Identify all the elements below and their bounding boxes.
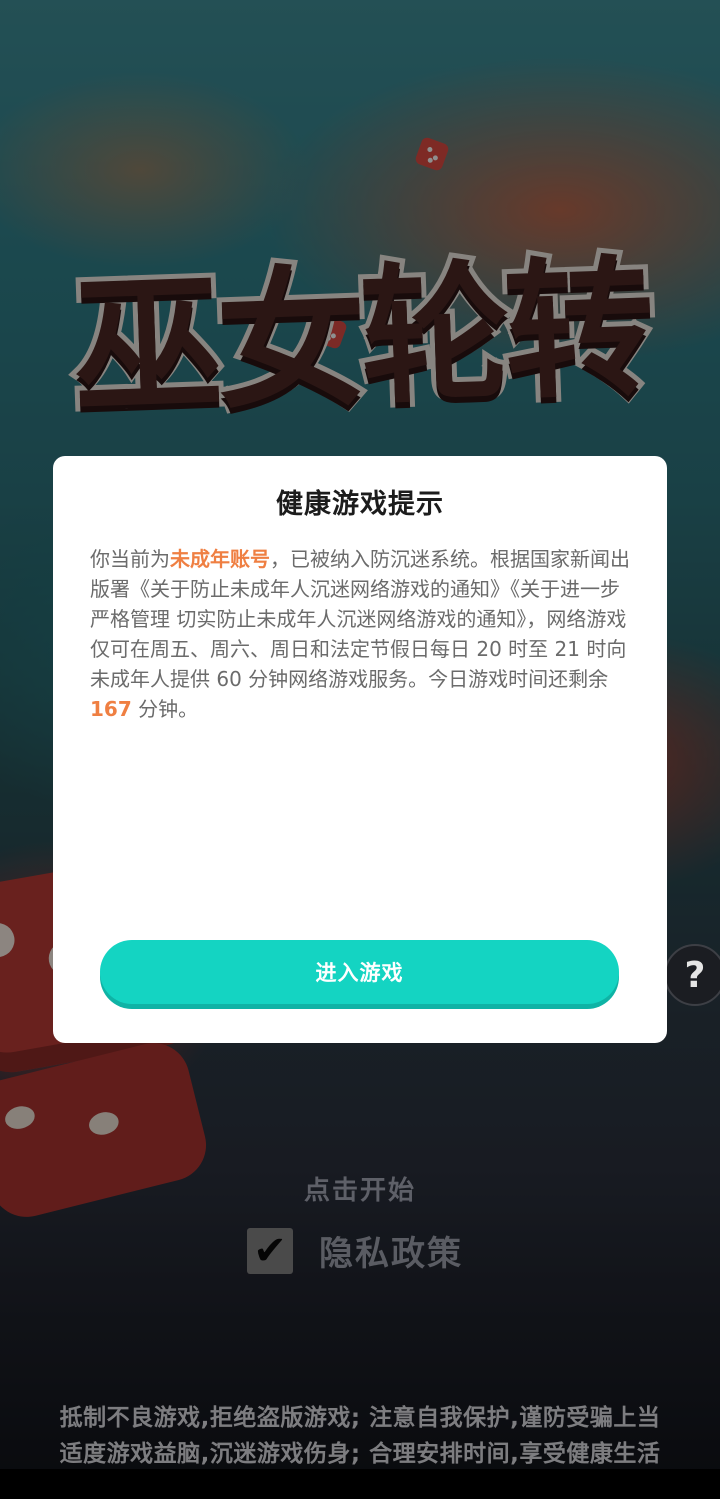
- dialog-body-text: 你当前为未成年账号，已被纳入防沉迷系统。根据国家新闻出版署《关于防止未成年人沉迷…: [90, 544, 635, 724]
- body-text-part: 分钟。: [131, 697, 199, 721]
- dialog-title: 健康游戏提示: [276, 489, 444, 520]
- advisory-line: 适度游戏益脑,沉迷游戏伤身; 合理安排时间,享受健康生活: [59, 1441, 661, 1467]
- enter-game-button[interactable]: 进入游戏: [100, 940, 619, 1004]
- help-button[interactable]: ?: [664, 944, 720, 1006]
- tap-to-start-text[interactable]: 点击开始: [0, 1170, 720, 1207]
- health-tips-dialog: 健康游戏提示 你当前为未成年账号，已被纳入防沉迷系统。根据国家新闻出版署《关于防…: [53, 456, 667, 1043]
- navigation-bar: [0, 1469, 720, 1499]
- question-icon: ?: [684, 954, 706, 996]
- advisory-line: 抵制不良游戏,拒绝盗版游戏; 注意自我保护,谨防受骗上当: [59, 1405, 661, 1431]
- body-text-part: 你当前为: [90, 547, 170, 571]
- privacy-policy-row[interactable]: ✔ 隐私政策: [247, 1226, 463, 1275]
- health-advisory: 抵制不良游戏,拒绝盗版游戏; 注意自我保护,谨防受骗上当 适度游戏益脑,沉迷游戏…: [0, 1400, 720, 1472]
- remaining-minutes-value: 167: [90, 697, 132, 721]
- privacy-checkbox[interactable]: ✔: [247, 1227, 293, 1274]
- checkmark-icon: ✔: [253, 1227, 287, 1274]
- privacy-policy-link[interactable]: 隐私政策: [319, 1226, 463, 1275]
- account-type-highlight: 未成年账号: [170, 547, 270, 571]
